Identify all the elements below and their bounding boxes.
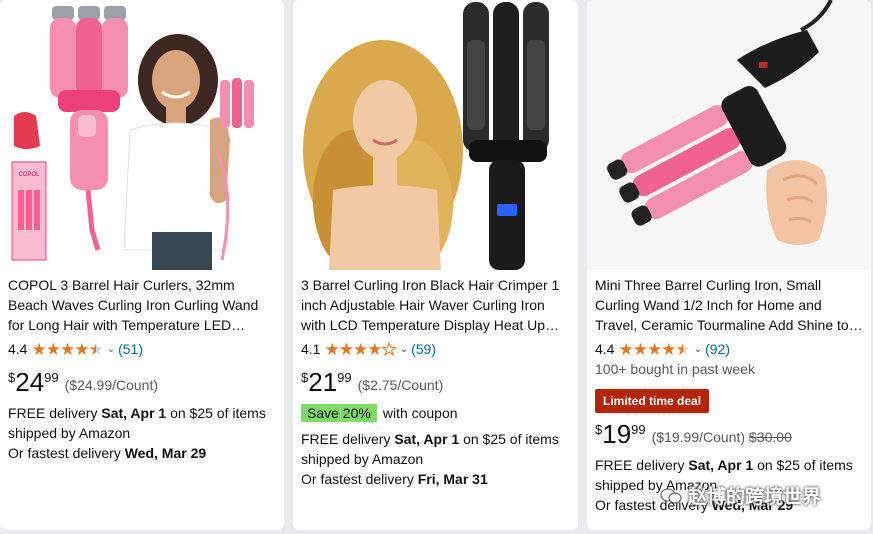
- star-rating-icon[interactable]: ★ ★ ★ ★ ★: [618, 341, 690, 358]
- product-title-link[interactable]: 3 Barrel Curling Iron Black Hair Crimper…: [301, 275, 570, 335]
- price-whole: 24: [15, 367, 45, 397]
- product-card[interactable]: 3 Barrel Curling Iron Black Hair Crimper…: [293, 0, 578, 530]
- price-fraction: 99: [44, 370, 59, 385]
- star-rating-icon[interactable]: ★ ★ ★ ★ ★: [31, 341, 103, 358]
- delivery-suffix: on $25 of items: [459, 431, 559, 447]
- delivery-prefix: FREE delivery: [8, 405, 102, 421]
- coupon-row[interactable]: Save 20% with coupon: [301, 403, 570, 423]
- delivery-prefix: FREE delivery: [301, 431, 395, 447]
- fastest-delivery: Or fastest delivery Wed, Mar 29: [8, 443, 276, 463]
- watermark-text: 赵博的跨境世界: [688, 487, 822, 508]
- price-whole: 19: [602, 419, 632, 449]
- limited-time-deal-badge: Limited time deal: [595, 389, 710, 413]
- price-whole: 21: [308, 367, 338, 397]
- rating-value: 4.4: [8, 341, 28, 357]
- rating-row: 4.4 ★ ★ ★ ★ ★ ⌄ (92): [595, 339, 863, 359]
- price-symbol: $: [595, 422, 603, 437]
- price-symbol: $: [8, 370, 16, 385]
- delivery-info: FREE delivery Sat, Apr 1 on $25 of items: [301, 429, 570, 449]
- delivery-suffix: on $25 of items: [753, 457, 853, 473]
- rating-row: 4.1 ★ ★ ★ ★ ★ ⌄ (59): [301, 339, 570, 359]
- wechat-watermark: 赵博的跨境世界: [660, 482, 821, 509]
- delivery-date: Sat, Apr 1: [688, 457, 754, 473]
- chevron-down-icon[interactable]: ⌄: [400, 344, 408, 355]
- product-photo: COPOL: [0, 0, 284, 270]
- fastest-prefix: Or fastest delivery: [301, 471, 418, 487]
- coupon-text: with coupon: [382, 405, 458, 421]
- unit-price: ($19.99/Count): [651, 429, 746, 445]
- delivery-date: Sat, Apr 1: [394, 431, 460, 447]
- fastest-delivery: Or fastest delivery Fri, Mar 31: [301, 469, 570, 489]
- price-symbol: $: [301, 370, 309, 385]
- product-photo: [587, 0, 871, 270]
- price[interactable]: $ 19 99 ($19.99/Count) $30.00: [595, 419, 863, 449]
- price-fraction: 99: [631, 422, 646, 437]
- chevron-down-icon[interactable]: ⌄: [694, 344, 702, 355]
- review-count-link[interactable]: (92): [705, 341, 730, 357]
- delivery-info: FREE delivery Sat, Apr 1 on $25 of items: [595, 455, 863, 475]
- price[interactable]: $ 24 99 ($24.99/Count): [8, 367, 276, 397]
- review-count-link[interactable]: (59): [411, 341, 436, 357]
- product-image-mini-pink-curler[interactable]: [587, 0, 871, 270]
- delivery-date: Sat, Apr 1: [101, 405, 167, 421]
- list-price: $30.00: [749, 429, 792, 445]
- review-count-link[interactable]: (51): [118, 341, 143, 357]
- unit-price: ($2.75/Count): [357, 377, 444, 393]
- delivery-suffix: on $25 of items: [166, 405, 266, 421]
- shipped-by: shipped by Amazon: [301, 451, 424, 467]
- price[interactable]: $ 21 99 ($2.75/Count): [301, 367, 570, 397]
- product-title-link[interactable]: COPOL 3 Barrel Hair Curlers, 32mm Beach …: [8, 275, 276, 335]
- delivery-prefix: FREE delivery: [595, 457, 689, 473]
- fastest-prefix: Or fastest delivery: [8, 445, 125, 461]
- product-card[interactable]: COPOL COPOL 3 Barrel Hair Curlers, 32mm …: [0, 0, 284, 530]
- product-photo: [293, 0, 578, 270]
- shipped-by: shipped by Amazon: [8, 425, 131, 441]
- product-title-link[interactable]: Mini Three Barrel Curling Iron, Small Cu…: [595, 275, 863, 335]
- chevron-down-icon[interactable]: ⌄: [107, 344, 115, 355]
- unit-price: ($24.99/Count): [64, 377, 159, 393]
- wechat-icon: [660, 488, 682, 503]
- rating-value: 4.4: [595, 341, 615, 357]
- coupon-badge: Save 20%: [301, 404, 377, 422]
- fastest-date: Wed, Mar 29: [124, 445, 207, 461]
- rating-row: 4.4 ★ ★ ★ ★ ★ ⌄ (51): [8, 339, 276, 359]
- star-rating-icon[interactable]: ★ ★ ★ ★ ★: [324, 340, 397, 358]
- product-image-black-crimper[interactable]: [293, 0, 578, 270]
- box-brand-text: COPOL: [18, 172, 40, 178]
- price-fraction: 99: [337, 370, 352, 385]
- product-grid: COPOL COPOL 3 Barrel Hair Curlers, 32mm …: [0, 0, 873, 534]
- rating-value: 4.1: [301, 341, 321, 357]
- product-card[interactable]: Mini Three Barrel Curling Iron, Small Cu…: [587, 0, 871, 530]
- product-image-copol-pink-curler[interactable]: COPOL: [0, 0, 284, 270]
- fastest-date: Fri, Mar 31: [417, 471, 488, 487]
- delivery-info: FREE delivery Sat, Apr 1 on $25 of items: [8, 403, 276, 423]
- bought-in-past-week: 100+ bought in past week: [595, 361, 755, 377]
